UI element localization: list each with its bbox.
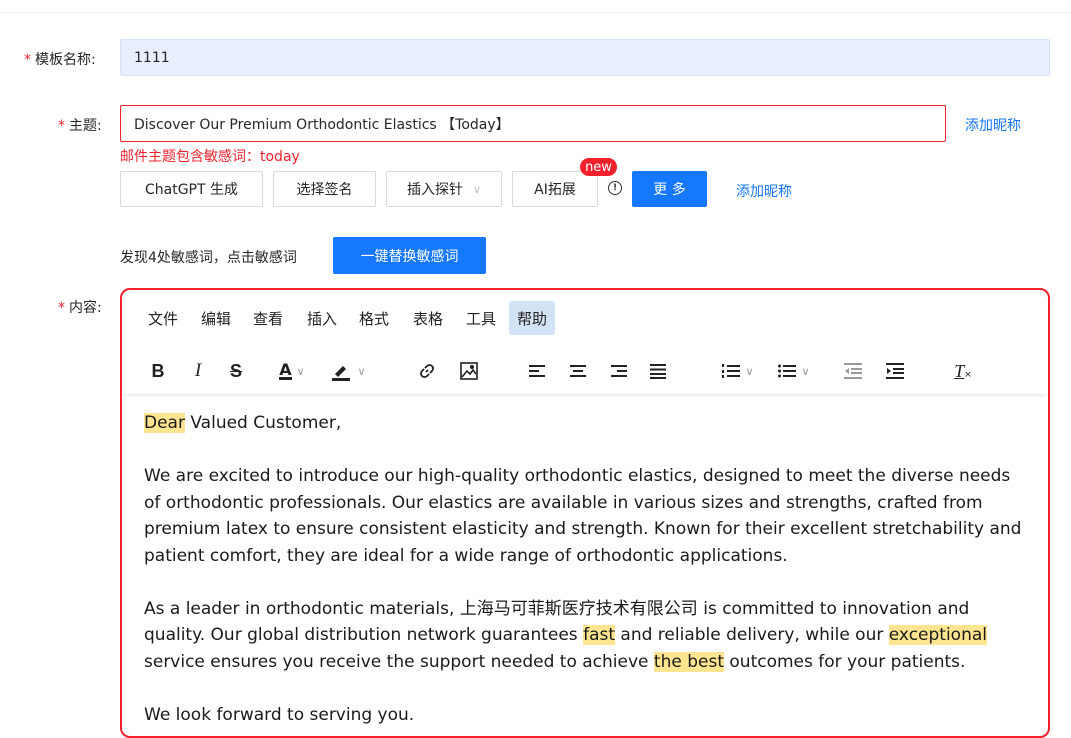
add-nickname-link[interactable]: 添加昵称 (736, 181, 792, 201)
numbered-list-button[interactable]: ∨ (716, 358, 760, 384)
chatgpt-generate-button[interactable]: ChatGPT 生成 (120, 171, 263, 207)
subject-label-text: 主题: (69, 118, 102, 134)
menu-edit[interactable]: 编辑 (193, 301, 239, 335)
content-label-text: 内容: (69, 300, 102, 316)
menu-insert[interactable]: 插入 (299, 301, 345, 335)
menu-file[interactable]: 文件 (140, 301, 186, 335)
subject-value: Discover Our Premium Orthodontic Elastic… (134, 116, 510, 133)
editor-toolbar: B I S A ∨ ∨ ∨ ∨ T × (122, 350, 1048, 394)
sensitive-word[interactable]: the best (653, 651, 724, 672)
menu-table[interactable]: 表格 (405, 301, 451, 335)
info-icon[interactable]: ! (608, 181, 622, 195)
chevron-down-icon: ∨ (296, 364, 305, 378)
align-right-icon[interactable] (608, 358, 628, 384)
text-color-button[interactable]: A ∨ (268, 358, 316, 384)
menu-tools[interactable]: 工具 (458, 301, 504, 335)
link-icon[interactable] (416, 358, 438, 384)
chevron-down-icon: ∨ (472, 182, 482, 196)
chevron-down-icon: ∨ (357, 364, 366, 378)
template-name-label: * 模板名称: (24, 49, 96, 69)
subject-input[interactable]: Discover Our Premium Orthodontic Elastic… (120, 105, 946, 142)
replace-sensitive-words-button[interactable]: 一键替换敏感词 (333, 237, 486, 274)
content-label: * 内容: (58, 297, 102, 317)
greeting-paragraph: Dear Valued Customer, (144, 410, 1024, 437)
menu-view[interactable]: 查看 (245, 301, 291, 335)
bullet-list-button[interactable]: ∨ (772, 358, 816, 384)
editor-content[interactable]: Dear Valued Customer, We are excited to … (144, 410, 1024, 736)
subject-add-nickname-link[interactable]: 添加昵称 (965, 115, 1021, 135)
more-button[interactable]: 更 多 (632, 171, 707, 207)
select-signature-button[interactable]: 选择签名 (273, 171, 376, 207)
outdent-icon[interactable] (842, 358, 864, 384)
strikethrough-icon[interactable]: S (224, 358, 248, 384)
menu-format[interactable]: 格式 (351, 301, 397, 335)
select-signature-label: 选择签名 (296, 182, 353, 198)
paragraph-2-text-d: outcomes for your patients. (723, 651, 966, 672)
sensitive-words-hint: 发现4处敏感词，点击敏感词 (120, 250, 297, 266)
greeting-text: Valued Customer, (184, 413, 342, 433)
subject-label: * 主题: (58, 115, 102, 135)
bullet-list-icon (778, 364, 797, 378)
indent-icon[interactable] (884, 358, 906, 384)
sensitive-word[interactable]: exceptional (888, 625, 987, 645)
bold-icon[interactable]: B (148, 358, 168, 384)
align-center-icon[interactable] (568, 358, 588, 384)
align-left-icon[interactable] (528, 358, 548, 384)
paragraph-2: As a leader in orthodontic materials, 上海… (144, 596, 1024, 676)
template-name-value: 1111 (134, 49, 170, 66)
new-badge: new (579, 157, 618, 177)
chevron-down-icon: ∨ (745, 364, 754, 378)
paragraph-3: We look forward to serving you. (144, 704, 415, 725)
italic-icon[interactable]: I (188, 358, 208, 384)
image-icon[interactable] (458, 358, 480, 384)
highlight-color-button[interactable]: ∨ (324, 358, 372, 384)
numbered-list-icon (722, 364, 741, 378)
more-label: 更 多 (653, 182, 686, 198)
paragraph-2-text-c: service ensures you receive the support … (144, 651, 654, 672)
paragraph-2-text-b: and reliable delivery, while our (615, 625, 889, 645)
paragraph-1: We are excited to introduce our high-qua… (144, 466, 1022, 566)
highlight-color-icon (332, 366, 351, 381)
justify-icon[interactable] (648, 358, 668, 384)
chatgpt-generate-label: ChatGPT 生成 (144, 182, 238, 198)
chevron-down-icon: ∨ (801, 364, 810, 378)
replace-sensitive-words-label: 一键替换敏感词 (360, 248, 459, 265)
insert-probe-label: 插入探针 (406, 182, 463, 198)
required-mark: * (24, 52, 31, 68)
template-name-label-text: 模板名称: (35, 52, 96, 68)
top-divider (0, 12, 1071, 13)
editor-menubar: 文件 编辑 查看 插入 格式 表格 工具 帮助 (122, 290, 1048, 350)
rich-text-editor[interactable]: 文件 编辑 查看 插入 格式 表格 工具 帮助 B I S A ∨ ∨ ∨ ∨ … (120, 288, 1050, 738)
template-name-input[interactable]: 1111 (120, 39, 1050, 76)
insert-probe-select[interactable]: 插入探针 ∨ (386, 171, 502, 207)
sensitive-word[interactable]: fast (583, 625, 616, 645)
clear-format-icon[interactable]: T × (952, 358, 974, 384)
required-mark: * (58, 118, 65, 134)
subject-error-message: 邮件主题包含敏感词：today (120, 149, 300, 165)
menu-help[interactable]: 帮助 (509, 301, 556, 335)
required-mark: * (58, 300, 65, 316)
sensitive-word[interactable]: Dear (144, 413, 185, 433)
ai-expand-label: AI拓展 (534, 182, 576, 198)
text-color-icon: A (279, 360, 292, 380)
